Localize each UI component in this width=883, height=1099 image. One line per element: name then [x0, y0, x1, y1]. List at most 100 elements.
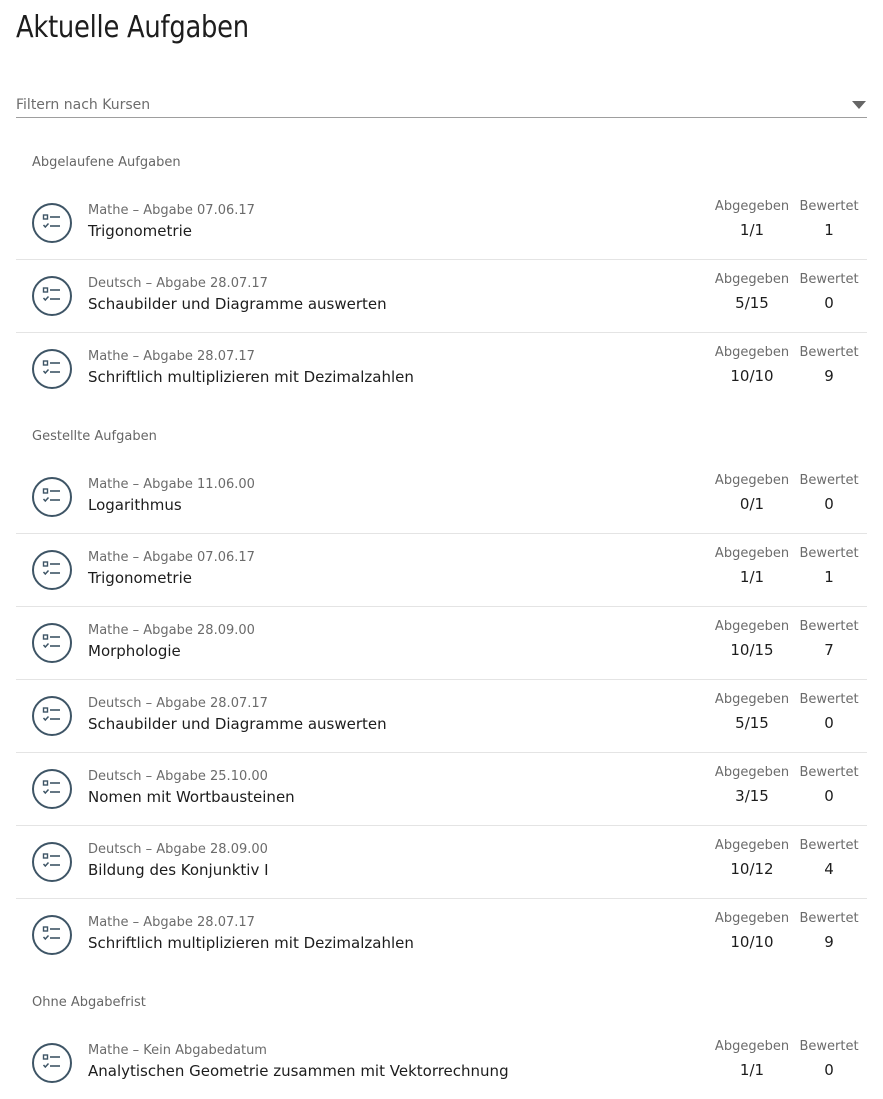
graded-stat: Bewertet 1: [793, 546, 865, 586]
submitted-count: 0/1: [739, 495, 765, 513]
section-title-assigned: Gestellte Aufgaben: [32, 429, 157, 444]
task-checklist-icon: [32, 550, 72, 590]
task-checklist-icon: [32, 1043, 72, 1083]
section-title-overdue: Abgelaufene Aufgaben: [32, 155, 181, 170]
graded-label: Bewertet: [799, 199, 859, 214]
task-row[interactable]: Mathe – Abgabe 28.07.17 Schriftlich mult…: [16, 899, 867, 972]
submitted-label: Abgegeben: [714, 911, 790, 926]
graded-count: 0: [824, 1061, 834, 1079]
submitted-label: Abgegeben: [714, 199, 790, 214]
task-name: Nomen mit Wortbausteinen: [88, 788, 295, 806]
task-name: Trigonometrie: [88, 222, 192, 240]
page-title: Aktuelle Aufgaben: [16, 10, 249, 45]
graded-label: Bewertet: [799, 546, 859, 561]
task-checklist-icon: [32, 623, 72, 663]
graded-stat: Bewertet 7: [793, 619, 865, 659]
submitted-stat: Abgegeben 1/1: [708, 546, 796, 586]
submitted-label: Abgegeben: [714, 619, 790, 634]
submitted-stat: Abgegeben 1/1: [708, 1039, 796, 1079]
graded-label: Bewertet: [799, 619, 859, 634]
chevron-down-icon[interactable]: [852, 101, 866, 109]
submitted-count: 1/1: [739, 221, 765, 239]
graded-stat: Bewertet 0: [793, 765, 865, 805]
task-checklist-icon: [32, 203, 72, 243]
task-course-deadline: Mathe – Abgabe 07.06.17: [88, 203, 255, 218]
graded-label: Bewertet: [799, 838, 859, 853]
task-row[interactable]: Mathe – Abgabe 11.06.00 Logarithmus Abge…: [16, 461, 867, 534]
submitted-label: Abgegeben: [714, 692, 790, 707]
task-row[interactable]: Mathe – Abgabe 28.09.00 Morphologie Abge…: [16, 607, 867, 680]
task-row[interactable]: Mathe – Kein Abgabedatum Analytischen Ge…: [16, 1027, 867, 1099]
graded-count: 4: [824, 860, 834, 878]
submitted-stat: Abgegeben 5/15: [708, 692, 796, 732]
task-course-deadline: Mathe – Abgabe 07.06.17: [88, 550, 255, 565]
submitted-count: 10/15: [730, 641, 774, 659]
task-course-deadline: Mathe – Abgabe 28.09.00: [88, 623, 255, 638]
task-course-deadline: Deutsch – Abgabe 28.07.17: [88, 276, 268, 291]
task-row[interactable]: Deutsch – Abgabe 25.10.00 Nomen mit Wort…: [16, 753, 867, 826]
task-course-deadline: Deutsch – Abgabe 28.09.00: [88, 842, 268, 857]
task-row[interactable]: Deutsch – Abgabe 28.07.17 Schaubilder un…: [16, 260, 867, 333]
graded-count: 0: [824, 294, 834, 312]
graded-count: 0: [824, 495, 834, 513]
submitted-label: Abgegeben: [714, 546, 790, 561]
submitted-stat: Abgegeben 10/10: [708, 911, 796, 951]
task-name: Schriftlich multiplizieren mit Dezimalza…: [88, 368, 414, 386]
submitted-label: Abgegeben: [714, 272, 790, 287]
task-checklist-icon: [32, 915, 72, 955]
task-course-deadline: Mathe – Abgabe 28.07.17: [88, 915, 255, 930]
graded-stat: Bewertet 0: [793, 272, 865, 312]
task-name: Schaubilder und Diagramme auswerten: [88, 715, 387, 733]
submitted-count: 1/1: [739, 1061, 765, 1079]
submitted-count: 1/1: [739, 568, 765, 586]
task-checklist-icon: [32, 842, 72, 882]
graded-count: 9: [824, 933, 834, 951]
graded-count: 7: [824, 641, 834, 659]
task-name: Schriftlich multiplizieren mit Dezimalza…: [88, 934, 414, 952]
submitted-stat: Abgegeben 3/15: [708, 765, 796, 805]
submitted-stat: Abgegeben 10/15: [708, 619, 796, 659]
task-name: Schaubilder und Diagramme auswerten: [88, 295, 387, 313]
graded-label: Bewertet: [799, 911, 859, 926]
task-course-deadline: Deutsch – Abgabe 28.07.17: [88, 696, 268, 711]
submitted-stat: Abgegeben 1/1: [708, 199, 796, 239]
task-checklist-icon: [32, 276, 72, 316]
submitted-count: 3/15: [735, 787, 769, 805]
submitted-count: 5/15: [735, 294, 769, 312]
task-row[interactable]: Deutsch – Abgabe 28.09.00 Bildung des Ko…: [16, 826, 867, 899]
graded-label: Bewertet: [799, 272, 859, 287]
graded-label: Bewertet: [799, 1039, 859, 1054]
graded-count: 1: [824, 221, 834, 239]
task-name: Bildung des Konjunktiv I: [88, 861, 269, 879]
graded-stat: Bewertet 9: [793, 345, 865, 385]
task-name: Logarithmus: [88, 496, 182, 514]
graded-stat: Bewertet 1: [793, 199, 865, 239]
graded-count: 1: [824, 568, 834, 586]
task-row[interactable]: Mathe – Abgabe 07.06.17 Trigonometrie Ab…: [16, 534, 867, 607]
section-title-no-deadline: Ohne Abgabefrist: [32, 995, 146, 1010]
course-filter-select[interactable]: Filtern nach Kursen: [16, 92, 867, 118]
graded-label: Bewertet: [799, 765, 859, 780]
submitted-count: 10/10: [730, 367, 774, 385]
task-course-deadline: Deutsch – Abgabe 25.10.00: [88, 769, 268, 784]
submitted-stat: Abgegeben 0/1: [708, 473, 796, 513]
task-name: Analytischen Geometrie zusammen mit Vekt…: [88, 1062, 509, 1080]
graded-count: 0: [824, 787, 834, 805]
submitted-count: 5/15: [735, 714, 769, 732]
submitted-label: Abgegeben: [714, 765, 790, 780]
graded-stat: Bewertet 9: [793, 911, 865, 951]
submitted-stat: Abgegeben 10/12: [708, 838, 796, 878]
task-row[interactable]: Mathe – Abgabe 07.06.17 Trigonometrie Ab…: [16, 187, 867, 260]
graded-label: Bewertet: [799, 692, 859, 707]
task-checklist-icon: [32, 349, 72, 389]
task-row[interactable]: Deutsch – Abgabe 28.07.17 Schaubilder un…: [16, 680, 867, 753]
task-checklist-icon: [32, 769, 72, 809]
submitted-stat: Abgegeben 10/10: [708, 345, 796, 385]
task-name: Morphologie: [88, 642, 181, 660]
task-row[interactable]: Mathe – Abgabe 28.07.17 Schriftlich mult…: [16, 333, 867, 406]
graded-stat: Bewertet 0: [793, 692, 865, 732]
submitted-stat: Abgegeben 5/15: [708, 272, 796, 312]
course-filter-placeholder: Filtern nach Kursen: [16, 97, 151, 113]
submitted-label: Abgegeben: [714, 345, 790, 360]
submitted-label: Abgegeben: [714, 838, 790, 853]
